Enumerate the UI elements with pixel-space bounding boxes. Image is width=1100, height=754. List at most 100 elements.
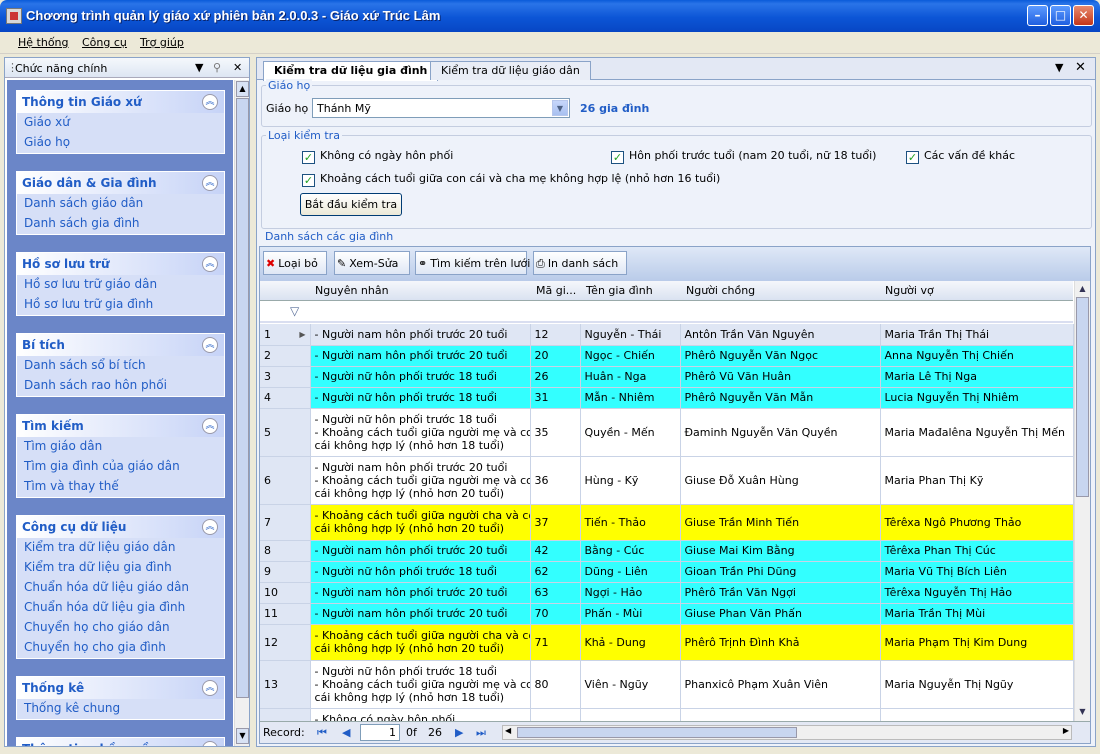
remove-button[interactable]: ✖ Loại bỏ — [263, 251, 327, 275]
husband-cell[interactable]: Giuse Mai Kim Bằng — [680, 540, 881, 562]
nav-item[interactable]: Danh sách rao hôn phối — [17, 376, 224, 396]
record-current-input[interactable]: 1 — [360, 724, 400, 741]
nav-item[interactable]: Hồ sơ lưu trữ gia đình — [17, 295, 224, 315]
nav-item[interactable]: Giáo họ — [17, 133, 224, 153]
next-record-icon[interactable]: ▶ — [455, 726, 463, 739]
wife-cell[interactable]: Maria Nguyễn Thị Ngũy — [880, 660, 1074, 709]
family-id-cell[interactable]: 71 — [530, 624, 581, 661]
minimize-button[interactable]: – — [1027, 5, 1048, 26]
table-row[interactable]: 4 - Người nữ hôn phối trước 18 tuổi 31 Mẫn … — [260, 387, 1074, 409]
husband-cell[interactable]: Phêrô Nguyễn Văn Mẫn — [680, 387, 881, 409]
wife-cell[interactable]: Têrêxa Phan Thị Cúc — [880, 540, 1074, 562]
family-id-cell[interactable]: 26 — [530, 366, 581, 388]
husband-cell[interactable]: Phêrô Vũ Văn Huân — [680, 366, 881, 388]
reason-cell[interactable]: - Khoảng cách tuổi giữa người cha và con… — [310, 624, 531, 661]
family-name-cell[interactable]: Ngọc - Chiến — [580, 345, 681, 367]
family-id-cell[interactable]: 42 — [530, 540, 581, 562]
husband-cell[interactable]: Giuse Phan Văn Phấn — [680, 603, 881, 625]
wife-cell[interactable]: Têrêxa Ngô Phương Thảo — [880, 504, 1074, 541]
table-row[interactable]: 9 - Người nữ hôn phối trước 18 tuổi 62 Dũng… — [260, 561, 1074, 583]
husband-cell[interactable]: Antôn Trần Văn Nguyên — [680, 324, 881, 346]
husband-cell[interactable]: Giuse Trần Minh Tiến — [680, 504, 881, 541]
horizontal-scrollbar[interactable]: ◀ ▶ — [502, 725, 1072, 740]
nav-item[interactable]: Tìm giáo dân — [17, 437, 224, 457]
row-number-cell[interactable]: 7 — [260, 504, 311, 541]
wife-cell[interactable]: Têrêxa Nguyễn Thị Hảo — [880, 582, 1074, 604]
husband-cell[interactable]: Phêrô Trần Văn Ngợi — [680, 582, 881, 604]
row-number-cell[interactable]: 4 — [260, 387, 311, 409]
col-header-reason[interactable]: Nguyên nhân — [315, 284, 389, 297]
nav-group-header[interactable]: Giáo dân & Gia đình ︽ — [17, 172, 224, 194]
wife-cell[interactable]: Maria Mađalêna Nguyễn Thị Mến — [880, 408, 1074, 457]
table-row[interactable]: 1 ▶ - Người nam hôn phối trước 20 tuổi 12 Ng… — [260, 324, 1074, 346]
reason-cell[interactable]: - Người nam hôn phối trước 20 tuổi — [310, 582, 531, 604]
nav-item[interactable]: Giáo xứ — [17, 113, 224, 133]
start-check-button[interactable]: Bắt đầu kiểm tra — [300, 193, 402, 216]
table-row[interactable]: 11 - Người nam hôn phối trước 20 tuổi 70 Ph… — [260, 603, 1074, 625]
family-id-cell[interactable]: 20 — [530, 345, 581, 367]
scroll-up-icon[interactable]: ▲ — [236, 81, 249, 97]
wife-cell[interactable]: Maria Lê Thị Nga — [880, 366, 1074, 388]
check-early-marriage[interactable]: ✓ Hôn phối trước tuổi (nam 20 tuổi, nữ 18… — [611, 149, 876, 164]
collapse-icon[interactable]: ︽ — [202, 94, 218, 110]
husband-cell[interactable]: Giuse Đỗ Xuân Hùng — [680, 456, 881, 505]
row-number-cell[interactable]: 8 — [260, 540, 311, 562]
check-age-gap[interactable]: ✓ Khoảng cách tuổi giữa con cái và cha mẹ… — [302, 172, 720, 187]
nav-group-header[interactable]: Tìm kiếm ︽ — [17, 415, 224, 437]
nav-group-header[interactable]: Bí tích ︽ — [17, 334, 224, 356]
maximize-button[interactable]: □ — [1050, 5, 1071, 26]
table-row[interactable]: 7 - Khoảng cách tuổi giữa người cha và co… — [260, 504, 1074, 541]
nav-item[interactable]: Kiểm tra dữ liệu giáo dân — [17, 538, 224, 558]
nav-item[interactable]: Hồ sơ lưu trữ giáo dân — [17, 275, 224, 295]
row-number-cell[interactable]: 2 — [260, 345, 311, 367]
scroll-left-icon[interactable]: ◀ — [505, 726, 511, 735]
scroll-down-icon[interactable]: ▼ — [1076, 705, 1089, 719]
nav-group-header[interactable]: Thống kê ︽ — [17, 677, 224, 699]
grid-search-button[interactable]: ⚭ Tìm kiếm trên lưới — [415, 251, 530, 275]
nav-group-header[interactable]: Công cụ dữ liệu ︽ — [17, 516, 224, 538]
family-id-cell[interactable]: 37 — [530, 504, 581, 541]
nav-item[interactable]: Thống kê chung — [17, 699, 224, 719]
collapse-icon[interactable]: ︽ — [202, 680, 218, 696]
table-row[interactable]: 2 - Người nam hôn phối trước 20 tuổi 20 Ngọ… — [260, 345, 1074, 367]
family-name-cell[interactable]: Nguyễn - Thái — [580, 324, 681, 346]
close-panel-icon[interactable]: ✕ — [233, 61, 242, 74]
collapse-icon[interactable]: ︽ — [202, 418, 218, 434]
family-id-cell[interactable]: 80 — [530, 660, 581, 709]
collapse-icon[interactable]: ︽ — [202, 519, 218, 535]
family-name-cell[interactable]: Ngợi - Hảo — [580, 582, 681, 604]
row-number-cell[interactable]: 12 — [260, 624, 311, 661]
husband-cell[interactable]: Đaminh Nguyễn Văn Quyền — [680, 408, 881, 457]
table-row[interactable]: 8 - Người nam hôn phối trước 20 tuổi 42 Bằn… — [260, 540, 1074, 562]
nav-item[interactable]: Danh sách giáo dân — [17, 194, 224, 214]
nav-item[interactable]: Danh sách gia đình — [17, 214, 224, 234]
scroll-down-icon[interactable]: ▼ — [236, 728, 249, 744]
family-name-cell[interactable]: Dũng - Liên — [580, 561, 681, 583]
row-number-cell[interactable]: 13 — [260, 660, 311, 709]
nav-item[interactable]: Chuyển họ cho giáo dân — [17, 618, 224, 638]
table-row[interactable]: 3 - Người nữ hôn phối trước 18 tuổi 26 Huân… — [260, 366, 1074, 388]
family-name-cell[interactable]: Mẫn - Nhiêm — [580, 387, 681, 409]
row-number-cell[interactable]: 1 ▶ — [260, 324, 311, 346]
tab-parishioner-check[interactable]: Kiểm tra dữ liệu giáo dân — [430, 61, 591, 80]
table-row[interactable]: 6 - Người nam hôn phối trước 20 tuổi - Kho… — [260, 456, 1074, 505]
scroll-up-icon[interactable]: ▲ — [1076, 282, 1089, 296]
wife-cell[interactable]: Maria Trần Thị Mùi — [880, 603, 1074, 625]
wife-cell[interactable]: Maria Vũ Thị Bích Liên — [880, 561, 1074, 583]
nav-item[interactable]: Chuyển họ cho gia đình — [17, 638, 224, 658]
table-row[interactable]: 5 - Người nữ hôn phối trước 18 tuổi - Khoả… — [260, 408, 1074, 457]
row-number-cell[interactable]: 5 — [260, 408, 311, 457]
nav-group-header[interactable]: Thông tin Giáo xứ ︽ — [17, 91, 224, 113]
chevron-down-icon[interactable]: ▼ — [552, 100, 568, 116]
row-number-cell[interactable]: 6 — [260, 456, 311, 505]
family-id-cell[interactable]: 62 — [530, 561, 581, 583]
wife-cell[interactable]: Maria Phạm Thị Kim Dung — [880, 624, 1074, 661]
prev-record-icon[interactable]: ◀ — [342, 726, 350, 739]
col-header-family[interactable]: Tên gia đình — [586, 284, 653, 297]
family-name-cell[interactable]: Viên - Ngũy — [580, 660, 681, 709]
first-record-icon[interactable]: ⏮ — [317, 726, 327, 740]
left-scrollbar[interactable]: ▲ ▼ — [234, 80, 249, 746]
family-name-cell[interactable]: Hùng - Kỹ — [580, 456, 681, 505]
scroll-thumb[interactable] — [1076, 297, 1089, 497]
scroll-right-icon[interactable]: ▶ — [1063, 726, 1069, 735]
